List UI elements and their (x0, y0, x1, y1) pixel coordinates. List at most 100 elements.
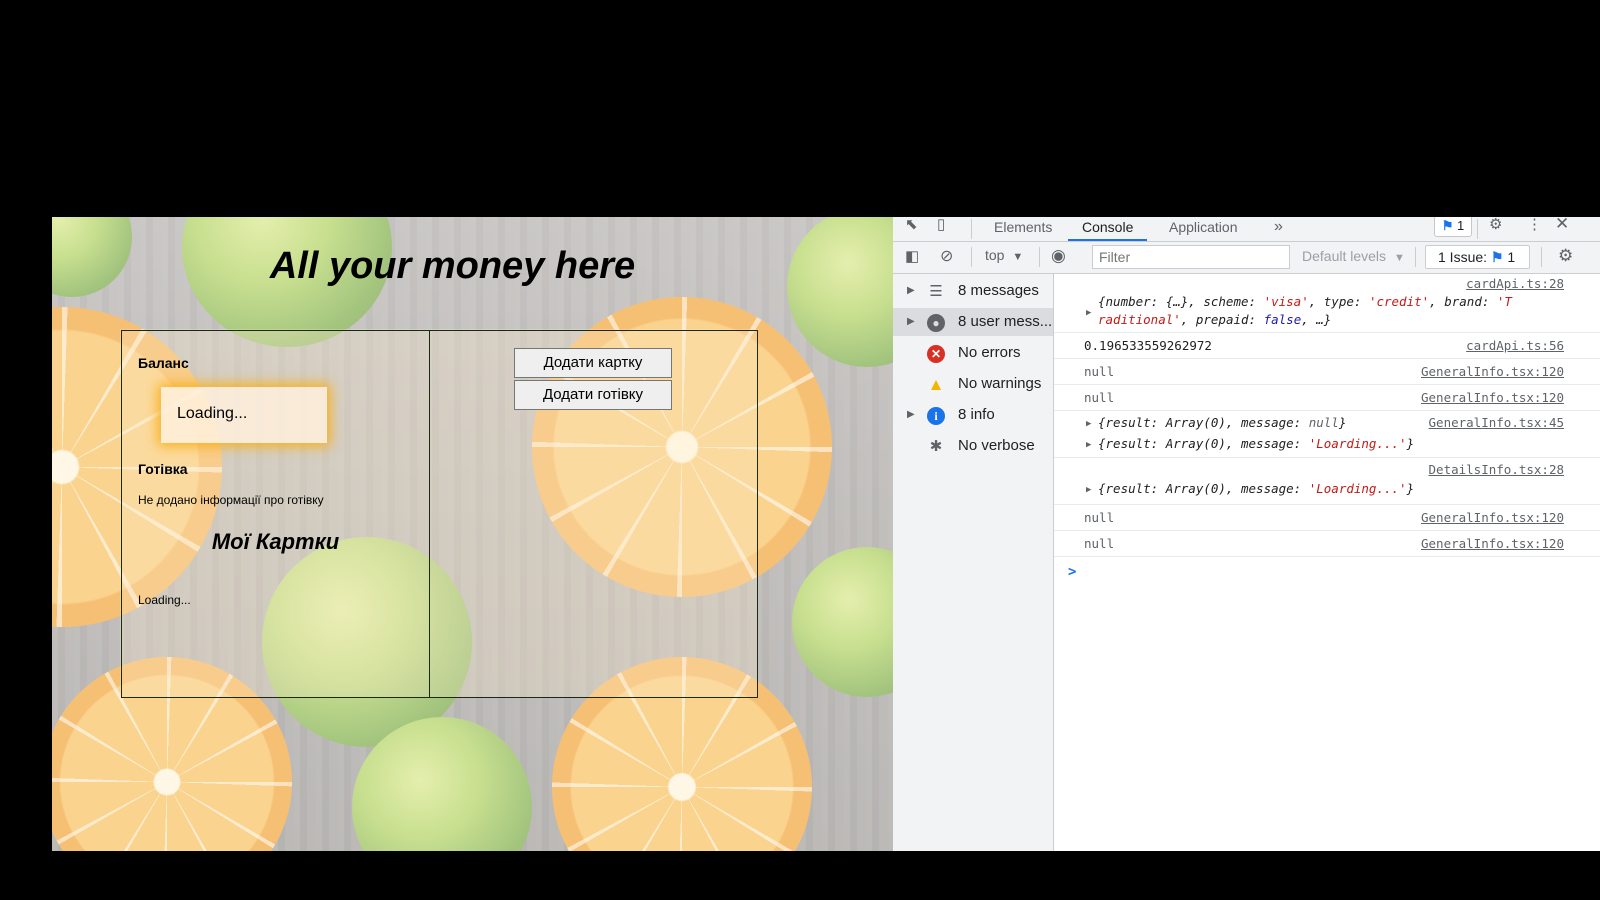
settings-gear-icon[interactable]: ⚙ (1489, 217, 1502, 233)
issue-flag-icon: ⚑ (1490, 249, 1504, 265)
issues-badge-count: 1 (1457, 218, 1465, 233)
source-link[interactable]: cardApi.ts:28 (1466, 276, 1564, 291)
object-text: , type: (1308, 294, 1369, 309)
add-cash-button[interactable]: Додати готівку (514, 380, 672, 410)
issues-badge[interactable]: ⚑ 1 (1434, 217, 1472, 237)
error-icon: ✕ (927, 345, 945, 363)
devtools-tab-bar: ⬉ ▯ Elements Console Application » ⚑ 1 ⚙… (893, 217, 1600, 242)
my-cards-heading: Мої Картки (211, 529, 340, 554)
console-settings-gear-icon[interactable]: ⚙ (1558, 247, 1573, 264)
device-toolbar-icon[interactable]: ▯ (937, 217, 945, 233)
sidebar-item-user-messages[interactable]: ▶ ● 8 user mess... (893, 308, 1053, 336)
issues-button[interactable]: 1 Issue: ⚑ 1 (1425, 245, 1530, 269)
string-value: 'visa' (1263, 294, 1309, 309)
add-card-button[interactable]: Додати картку (514, 348, 672, 378)
console-filter-input[interactable] (1092, 245, 1290, 269)
more-options-icon[interactable]: ⋮ (1527, 217, 1542, 233)
console-object: {result: Array(0), message: 'Loarding...… (1098, 436, 1414, 451)
more-tabs-icon[interactable]: » (1274, 217, 1283, 241)
null-value: null (1308, 415, 1339, 430)
string-value: 'Loarding...' (1308, 481, 1407, 496)
tab-console[interactable]: Console (1068, 217, 1148, 241)
general-info-panel: Баланс Loading... Готівка Не додано інфо… (121, 330, 430, 698)
string-value: 'T (1496, 294, 1512, 309)
expand-arrow-icon: ▶ (907, 316, 915, 327)
console-prompt-icon[interactable]: > (1068, 564, 1076, 580)
devtools-panel: ⬉ ▯ Elements Console Application » ⚑ 1 ⚙… (893, 217, 1600, 851)
log-levels-label: Default levels (1302, 248, 1387, 264)
console-object: {result: Array(0), message: 'Loarding...… (1098, 481, 1414, 496)
info-icon: i (927, 407, 945, 425)
expand-arrow-icon[interactable]: ▶ (1086, 308, 1091, 318)
divider (971, 219, 972, 239)
expand-arrow-icon[interactable]: ▶ (1086, 440, 1091, 450)
object-text: {number: {…}, scheme: (1098, 294, 1264, 309)
console-message-group[interactable]: GeneralInfo.tsx:45 ▶ {result: Array(0), … (1054, 411, 1600, 458)
balance-heading: Баланс (138, 355, 189, 371)
object-text: {result: Array(0), message: (1098, 481, 1309, 496)
user-icon: ● (927, 314, 945, 332)
console-message[interactable]: DetailsInfo.tsx:28 ▶ {result: Array(0), … (1054, 458, 1600, 505)
balance-loading-card: Loading... (161, 387, 327, 443)
source-link[interactable]: GeneralInfo.tsx:120 (1421, 510, 1564, 525)
string-value: 'credit' (1368, 294, 1430, 309)
close-icon[interactable]: ✕ (1555, 217, 1569, 232)
sidebar-item-info[interactable]: ▶ i 8 info (893, 401, 1053, 429)
object-text: {result: Array(0), message: (1098, 436, 1309, 451)
sidebar-item-warnings[interactable]: ▲ No warnings (893, 370, 1053, 398)
console-message[interactable]: 0.196533559262972 cardApi.ts:56 (1054, 333, 1600, 359)
console-object: {result: Array(0), message: null} (1098, 415, 1346, 430)
source-link[interactable]: GeneralInfo.tsx:120 (1421, 364, 1564, 379)
tab-application[interactable]: Application (1169, 217, 1238, 241)
object-text: , …} (1301, 312, 1332, 327)
sidebar-item-verbose[interactable]: ✱ No verbose (893, 432, 1053, 460)
boolean-value: false (1263, 312, 1302, 327)
sidebar-toggle-icon[interactable]: ◧ (905, 249, 919, 265)
console-output: cardApi.ts:28 ▶ {number: {…}, scheme: 'v… (1054, 274, 1600, 851)
console-sidebar: ▶ ☰ 8 messages ▶ ● 8 user mess... ✕ No e… (893, 274, 1054, 851)
sidebar-item-messages[interactable]: ▶ ☰ 8 messages (893, 277, 1053, 305)
context-selector[interactable]: top ▼ (985, 247, 1023, 263)
source-link[interactable]: GeneralInfo.tsx:120 (1421, 536, 1564, 551)
divider (971, 247, 972, 267)
console-null: null (1084, 510, 1115, 525)
sidebar-item-errors[interactable]: ✕ No errors (893, 339, 1053, 367)
divider (1477, 219, 1478, 239)
inspect-element-icon[interactable]: ⬉ (905, 217, 918, 233)
source-link[interactable]: GeneralInfo.tsx:45 (1429, 415, 1564, 430)
cash-heading: Готівка (138, 461, 188, 477)
sidebar-item-label: 8 user mess... (958, 313, 1051, 330)
console-message[interactable]: null GeneralInfo.tsx:120 (1054, 531, 1600, 557)
console-message[interactable]: null GeneralInfo.tsx:120 (1054, 505, 1600, 531)
page-title: All your money here (269, 245, 636, 287)
expand-arrow-icon: ▶ (907, 285, 915, 296)
source-link[interactable]: DetailsInfo.tsx:28 (1429, 462, 1564, 477)
issues-label: 1 Issue: (1438, 249, 1488, 265)
string-value: 'Loarding...' (1308, 436, 1407, 451)
console-null: null (1084, 536, 1115, 551)
list-icon: ☰ (929, 283, 943, 300)
tab-elements[interactable]: Elements (994, 217, 1052, 241)
object-text: } (1338, 415, 1347, 430)
object-text: , prepaid: (1180, 312, 1264, 327)
sidebar-item-label: 8 info (958, 406, 995, 423)
console-message[interactable]: null GeneralInfo.tsx:120 (1054, 359, 1600, 385)
source-link[interactable]: GeneralInfo.tsx:120 (1421, 390, 1564, 405)
object-text: {result: Array(0), message: (1098, 415, 1309, 430)
log-levels-dropdown[interactable]: Default levels ▼ (1302, 248, 1405, 264)
source-link[interactable]: cardApi.ts:56 (1466, 338, 1564, 353)
expand-arrow-icon[interactable]: ▶ (1086, 419, 1091, 429)
console-message[interactable]: null GeneralInfo.tsx:120 (1054, 385, 1600, 411)
clear-console-icon[interactable]: ⊘ (940, 249, 953, 265)
issue-flag-icon: ⚑ (1441, 218, 1454, 233)
cash-empty-text: Не додано інформації про готівку (138, 493, 324, 507)
console-number: 0.196533559262972 (1084, 338, 1212, 353)
string-value: raditional' (1098, 312, 1181, 327)
details-info-panel: Додати картку Додати готівку (430, 330, 758, 698)
console-message[interactable]: cardApi.ts:28 ▶ {number: {…}, scheme: 'v… (1054, 274, 1600, 333)
console-toolbar: ◧ ⊘ top ▼ ◉ Default levels ▼ 1 Issue: ⚑ … (893, 242, 1600, 274)
bug-icon: ✱ (929, 438, 943, 455)
live-expression-eye-icon[interactable]: ◉ (1051, 247, 1066, 264)
expand-arrow-icon[interactable]: ▶ (1086, 485, 1091, 495)
divider (1415, 247, 1416, 267)
